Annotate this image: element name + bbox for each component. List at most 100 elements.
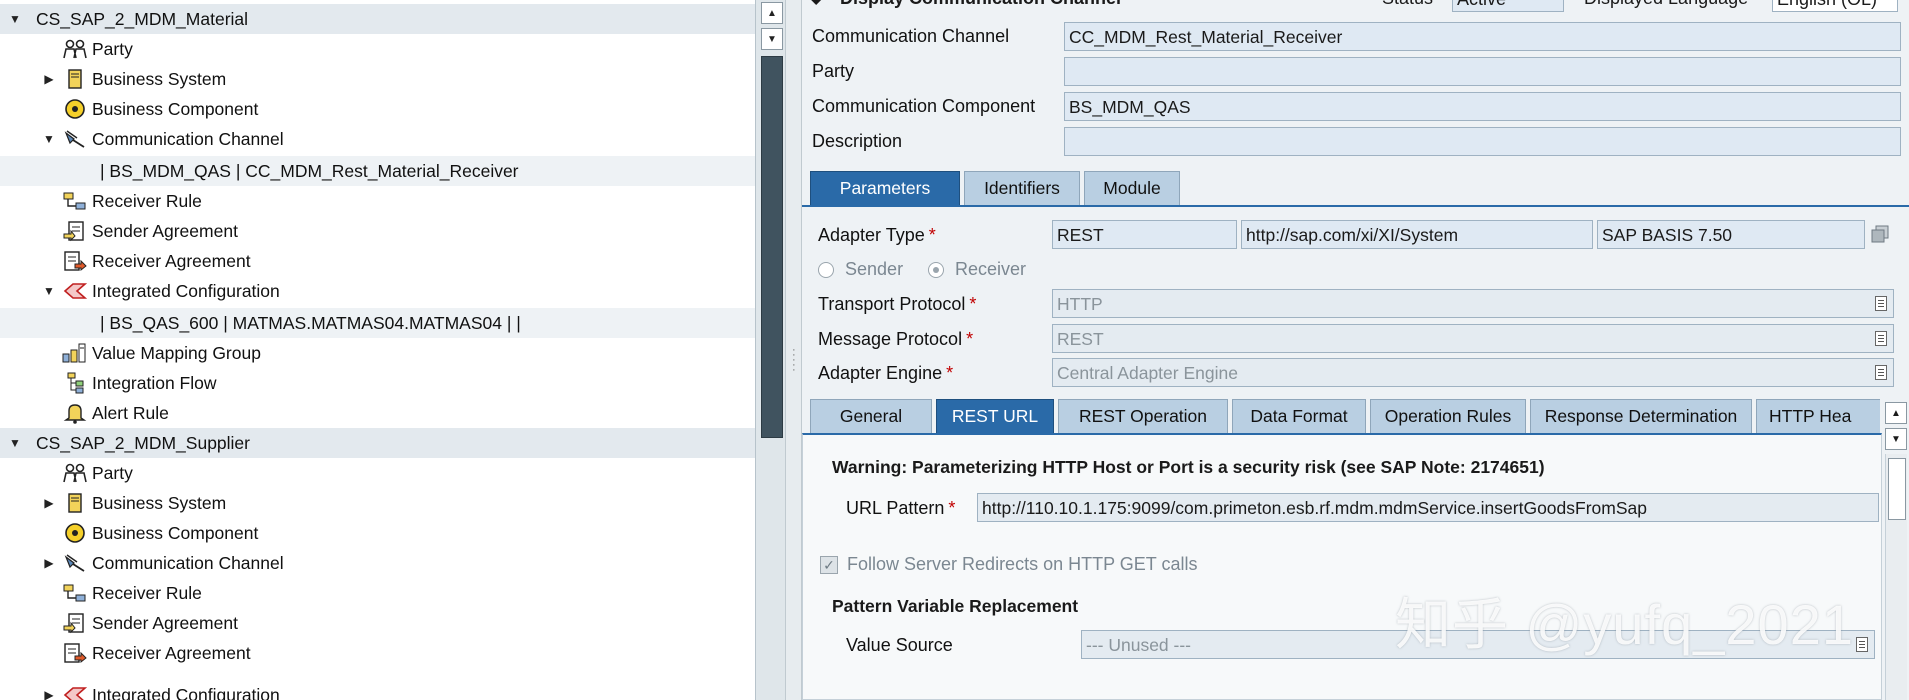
tree-group-supplier[interactable]: ▼ CS_SAP_2_MDM_Supplier xyxy=(0,428,755,458)
tree-item-business-component[interactable]: Business Component xyxy=(0,94,755,124)
receiver-radio[interactable]: Receiver xyxy=(928,259,1026,280)
status-field: Active xyxy=(1452,0,1564,12)
party-icon xyxy=(62,462,88,484)
tree-item-receiver-rule[interactable]: Receiver Rule xyxy=(0,186,755,216)
tree-group-label: CS_SAP_2_MDM_Material xyxy=(36,8,249,29)
chevron-right-icon[interactable]: ▶ xyxy=(42,72,56,86)
tree-item-label: | BS_MDM_QAS | CC_MDM_Rest_Material_Rece… xyxy=(100,160,519,181)
tree-item-communication-channel[interactable]: ▶ Communication Channel xyxy=(0,548,755,578)
transport-select[interactable]: HTTP xyxy=(1052,289,1894,318)
adapter-namespace-field[interactable]: http://sap.com/xi/XI/System xyxy=(1241,220,1593,249)
panel-scrollbar[interactable] xyxy=(1885,454,1907,700)
chevron-down-icon[interactable]: ▼ xyxy=(42,132,56,146)
tree-item-label: Sender Agreement xyxy=(92,220,238,241)
engine-select[interactable]: Central Adapter Engine xyxy=(1052,358,1894,387)
url-pattern-field[interactable]: http://110.10.1.175:9099/com.primeton.es… xyxy=(977,493,1879,522)
tree-item-label: Integrated Configuration xyxy=(92,684,280,700)
tree-item-label: Integration Flow xyxy=(92,372,217,393)
tab-module[interactable]: Module xyxy=(1084,171,1180,205)
tree-item-sender-agreement[interactable]: Sender Agreement xyxy=(0,608,755,638)
adapter-tabstrip: General REST URL REST Operation Data For… xyxy=(810,399,1880,433)
copy-icon[interactable] xyxy=(1870,224,1890,249)
tab-rest-operation[interactable]: REST Operation xyxy=(1058,399,1228,433)
tree-scrollbar[interactable]: ▲ ▼ xyxy=(755,0,785,700)
receiver-rule-icon xyxy=(62,190,88,212)
chevron-right-icon[interactable]: ▶ xyxy=(42,556,56,570)
tree-item-communication-channel[interactable]: ▼ Communication Channel xyxy=(0,124,755,154)
tab-data-format[interactable]: Data Format xyxy=(1232,399,1366,433)
scroll-up-icon[interactable]: ▲ xyxy=(1885,402,1907,424)
sender-agreement-icon xyxy=(62,220,88,242)
tree-item-alert-rule[interactable]: Alert Rule xyxy=(0,398,755,428)
message-select[interactable]: REST xyxy=(1052,324,1894,353)
communication-channel-icon xyxy=(62,128,88,150)
adapter-swcv-field[interactable]: SAP BASIS 7.50 xyxy=(1597,220,1865,249)
sender-radio[interactable]: Sender xyxy=(818,259,903,280)
scroll-down-icon[interactable]: ▼ xyxy=(761,28,783,50)
tab-response-determination[interactable]: Response Determination xyxy=(1530,399,1752,433)
dropdown-icon[interactable] xyxy=(1856,637,1868,652)
dropdown-icon[interactable] xyxy=(1875,331,1887,346)
tree-item-label: Business Component xyxy=(92,98,259,119)
pattern-variable-heading: Pattern Variable Replacement xyxy=(832,596,1079,616)
party-label: Party xyxy=(812,61,855,81)
tree-item-integrated-configuration[interactable]: ▶ Integrated Configuration xyxy=(0,680,755,700)
watermark: 知乎 @yufq_2021 xyxy=(1395,593,1854,656)
tree-item-business-system[interactable]: ▶ Business System xyxy=(0,488,755,518)
tree-item-label: Business System xyxy=(92,68,227,89)
integration-flow-icon xyxy=(62,372,88,394)
tree-item-receiver-agreement[interactable]: Receiver Agreement xyxy=(0,246,755,276)
tree-item-sender-agreement[interactable]: Sender Agreement xyxy=(0,216,755,246)
message-label: Message Protocol * xyxy=(818,329,974,349)
party-field[interactable] xyxy=(1064,57,1901,86)
integrated-configuration-icon xyxy=(62,684,88,700)
tree-item-business-system[interactable]: ▶ Business System xyxy=(0,64,755,94)
chevron-down-icon[interactable]: ▼ xyxy=(8,436,22,450)
chevron-right-icon[interactable]: ▶ xyxy=(42,688,56,700)
tab-general[interactable]: General xyxy=(810,399,932,433)
tab-rest-url[interactable]: REST URL xyxy=(936,399,1054,433)
dropdown-icon[interactable] xyxy=(1875,365,1887,380)
tree-item-iflow-object[interactable]: | BS_QAS_600 | MATMAS.MATMAS04.MATMAS04 … xyxy=(0,308,755,338)
transport-label: Transport Protocol * xyxy=(818,294,977,314)
value-source-label: Value Source xyxy=(846,635,953,655)
chevron-down-icon[interactable]: ▼ xyxy=(8,12,22,26)
header-icon: ◆ xyxy=(810,0,822,8)
radio-icon xyxy=(818,262,834,279)
scroll-down-icon[interactable]: ▼ xyxy=(1885,428,1907,450)
chevron-down-icon[interactable]: ▼ xyxy=(42,284,56,298)
tab-parameters[interactable]: Parameters xyxy=(810,171,960,205)
dropdown-icon[interactable] xyxy=(1875,296,1887,311)
tree-item-integration-flow[interactable]: Integration Flow xyxy=(0,368,755,398)
description-field[interactable] xyxy=(1064,127,1901,156)
tree-item-receiver-agreement[interactable]: Receiver Agreement xyxy=(0,638,755,668)
tree-item-value-mapping-group[interactable]: Value Mapping Group xyxy=(0,338,755,368)
integrated-configuration-icon xyxy=(62,280,88,302)
tab-http-headers[interactable]: HTTP Hea xyxy=(1756,399,1880,433)
splitter-handle[interactable]: · · · · · xyxy=(785,0,802,700)
tree-item-party[interactable]: Party xyxy=(0,34,755,64)
adapter-type-field[interactable]: REST xyxy=(1052,220,1237,249)
value-mapping-group-icon xyxy=(62,342,88,364)
scrollbar-thumb[interactable] xyxy=(761,56,783,438)
chevron-right-icon[interactable]: ▶ xyxy=(42,496,56,510)
scroll-up-icon[interactable]: ▲ xyxy=(761,2,783,24)
tree-item-party[interactable]: Party xyxy=(0,458,755,488)
tab-identifiers[interactable]: Identifiers xyxy=(964,171,1080,205)
adapter-type-label: Adapter Type * xyxy=(818,225,936,245)
header-bar: ◆ Display Communication Channel Status A… xyxy=(802,0,1909,12)
tree-item-label: Receiver Agreement xyxy=(92,642,251,663)
tree-item-business-component[interactable]: Business Component xyxy=(0,518,755,548)
tree-item-receiver-rule[interactable]: Receiver Rule xyxy=(0,578,755,608)
language-select[interactable]: English (OL) xyxy=(1772,0,1898,12)
component-field[interactable]: BS_MDM_QAS xyxy=(1064,92,1901,121)
tree-group-material[interactable]: ▼ CS_SAP_2_MDM_Material xyxy=(0,4,755,34)
channel-field[interactable]: CC_MDM_Rest_Material_Receiver xyxy=(1064,22,1901,51)
scrollbar-thumb[interactable] xyxy=(1888,458,1906,520)
tree-item-channel-object[interactable]: | BS_MDM_QAS | CC_MDM_Rest_Material_Rece… xyxy=(0,156,755,186)
follow-redirects-checkbox[interactable]: ✓ Follow Server Redirects on HTTP GET ca… xyxy=(820,554,1197,575)
tree-item-integrated-configuration[interactable]: ▼ Integrated Configuration xyxy=(0,276,755,306)
business-system-icon xyxy=(62,492,88,514)
tab-operation-rules[interactable]: Operation Rules xyxy=(1370,399,1526,433)
tree-item-label: Receiver Agreement xyxy=(92,250,251,271)
